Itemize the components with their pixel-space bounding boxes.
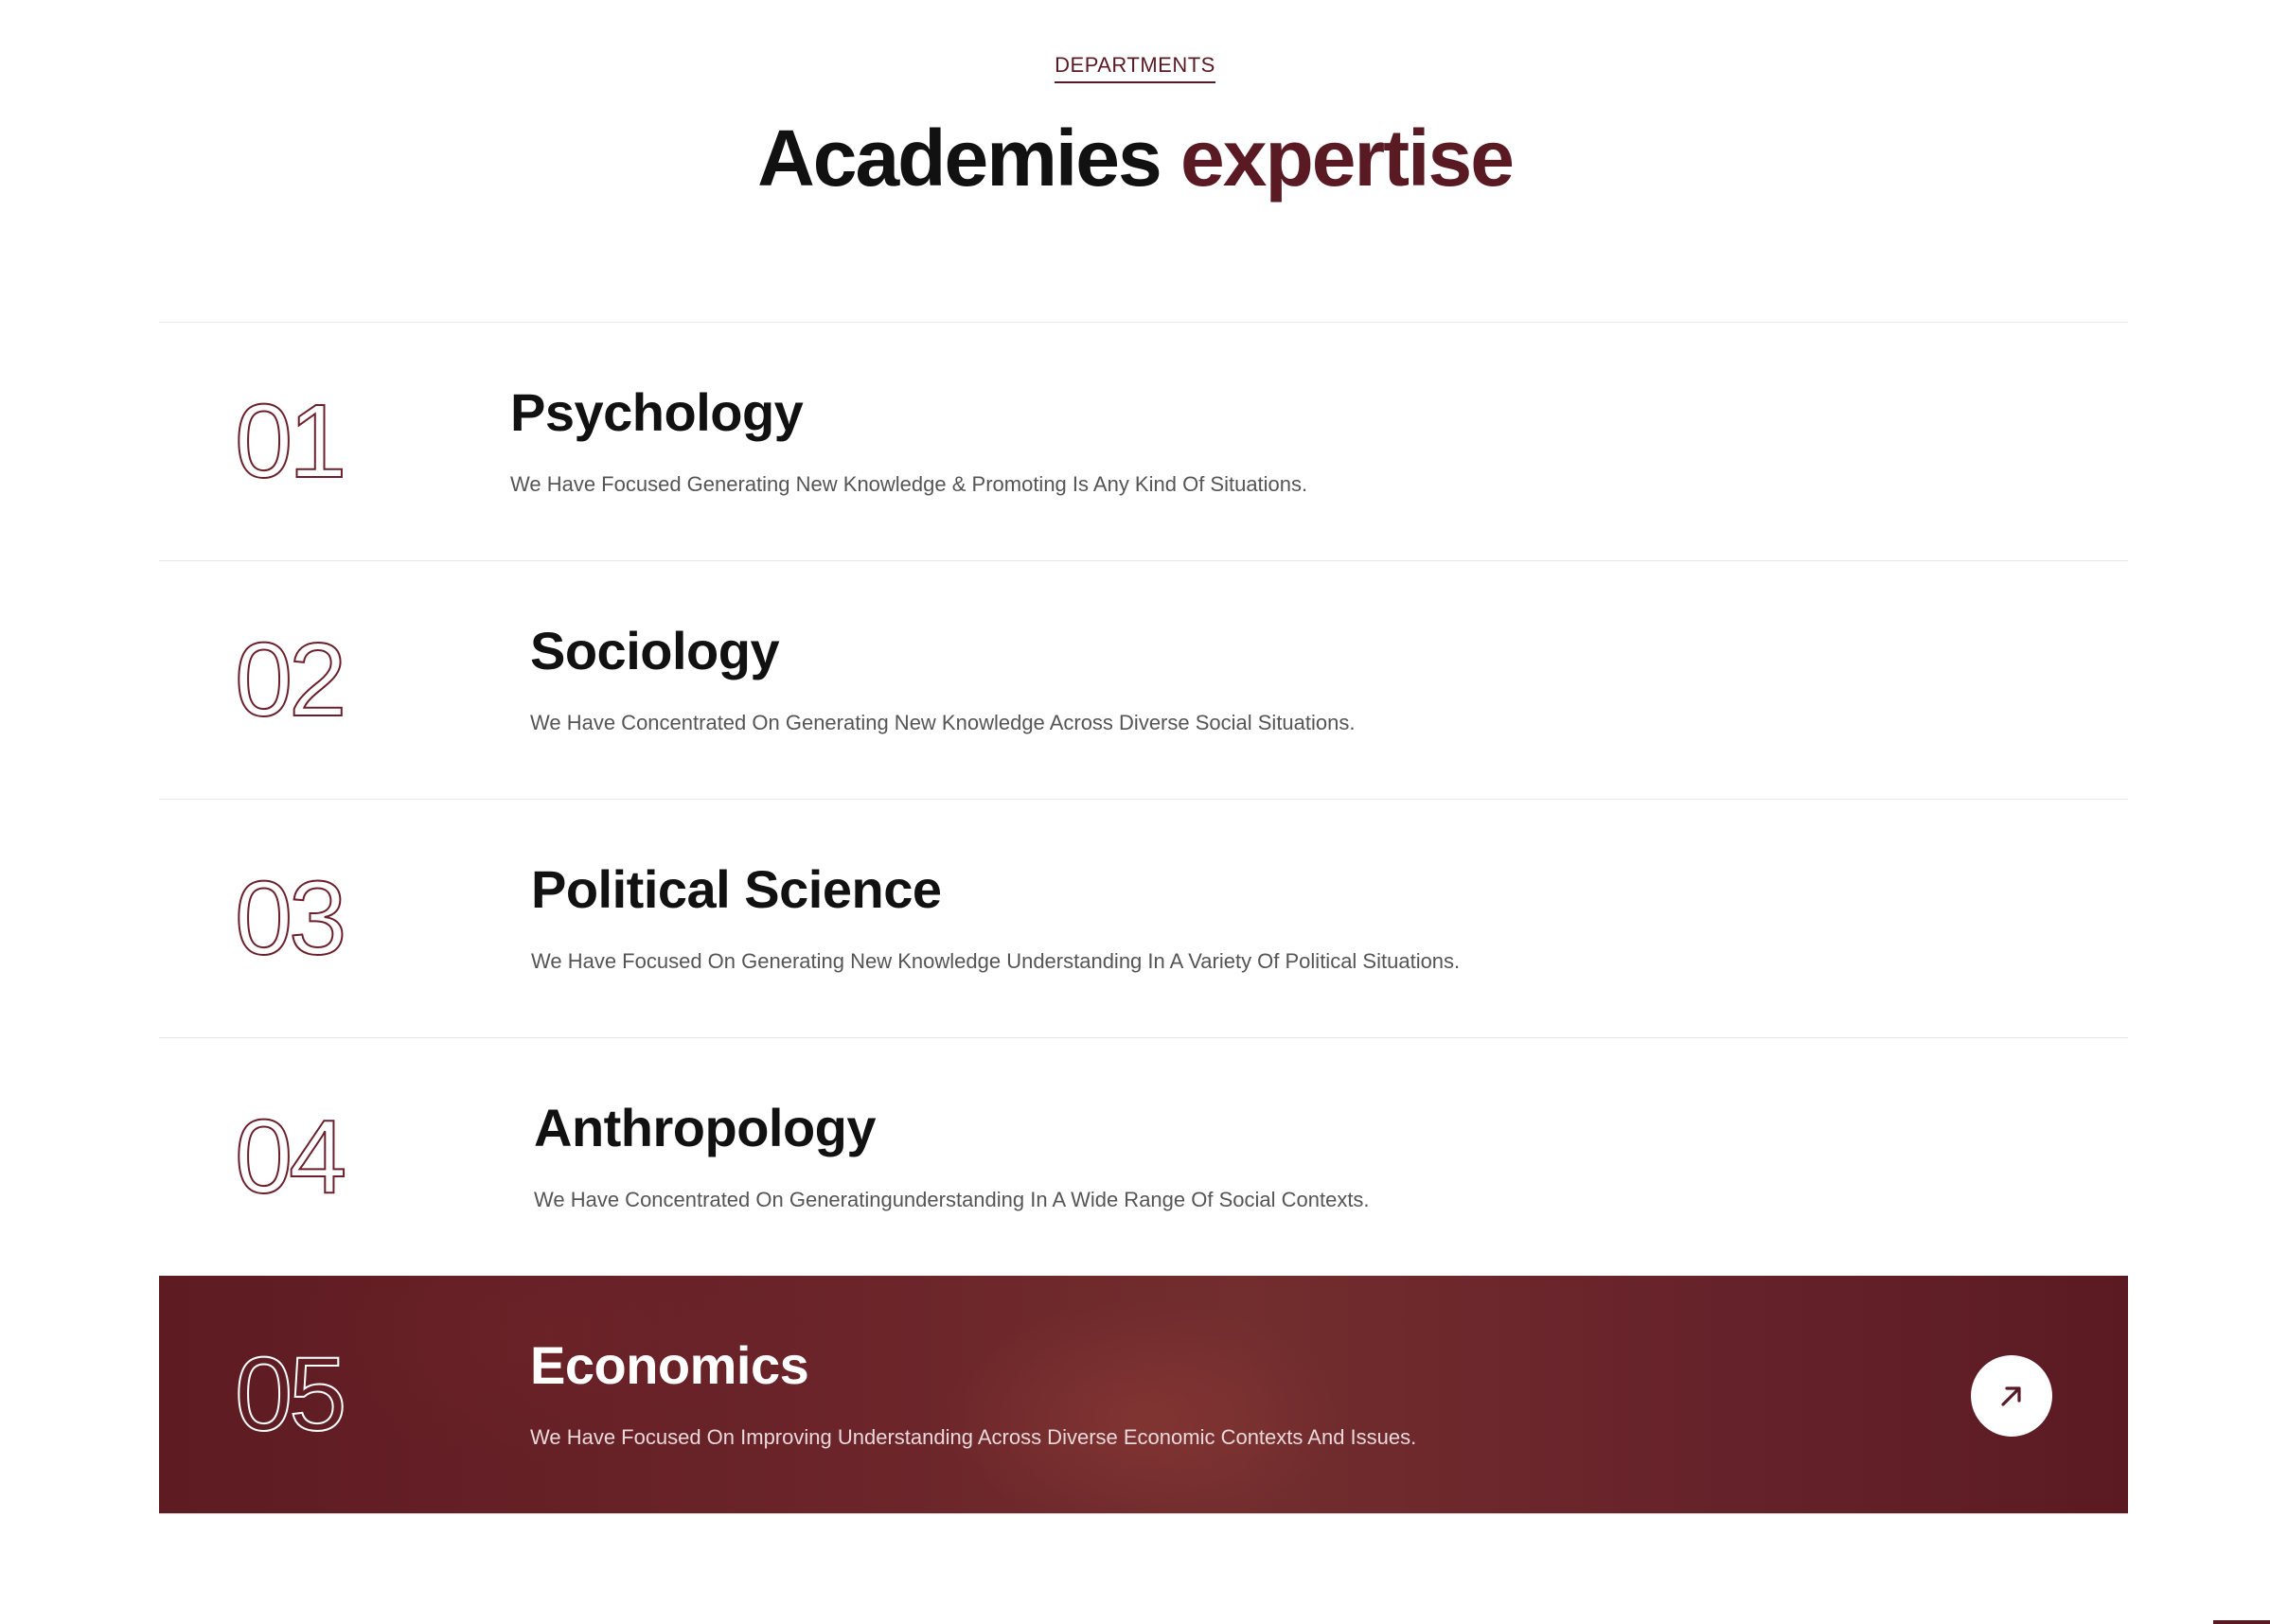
department-row-anthropology[interactable]: 04 Anthropology We Have Concentrated On … — [159, 1037, 2128, 1276]
department-content: Sociology We Have Concentrated On Genera… — [530, 620, 1355, 737]
heading-accent: expertise — [1180, 114, 1515, 203]
department-row-economics[interactable]: 05 Economics We Have Focused On Improvin… — [159, 1276, 2128, 1514]
department-row-political-science[interactable]: 03 Political Science We Have Focused On … — [159, 799, 2128, 1037]
department-title: Psychology — [510, 382, 804, 442]
department-title: Sociology — [530, 621, 780, 680]
department-number: 03 — [234, 860, 347, 977]
heading-main: Academies — [757, 114, 1162, 203]
department-number: 05 — [234, 1336, 347, 1453]
department-description: We Have Concentrated On Generating New K… — [530, 711, 1356, 734]
department-row-psychology[interactable]: 01 Psychology We Have Focused Generating… — [159, 322, 2128, 560]
department-description: We Have Concentrated On Generatingunders… — [534, 1188, 1370, 1211]
department-number: 01 — [234, 383, 347, 500]
department-description: We Have Focused On Improving Understandi… — [530, 1425, 1417, 1449]
department-title: Anthropology — [534, 1098, 877, 1157]
department-number: 02 — [234, 622, 347, 738]
departments-list: 01 Psychology We Have Focused Generating… — [159, 322, 2128, 1514]
department-row-sociology[interactable]: 02 Sociology We Have Concentrated On Gen… — [159, 560, 2128, 799]
section-heading: Academies expertise — [0, 106, 2270, 210]
open-department-button[interactable] — [1971, 1355, 2052, 1437]
department-title: Political Science — [531, 859, 942, 919]
section-eyebrow: DEPARTMENTS — [0, 53, 2270, 83]
corner-decoration — [2213, 1620, 2270, 1624]
department-number: 04 — [234, 1099, 347, 1215]
department-description: We Have Focused Generating New Knowledge… — [510, 472, 1308, 496]
arrow-up-right-icon — [2001, 1386, 2021, 1406]
department-title: Economics — [530, 1335, 809, 1395]
department-content: Economics We Have Focused On Improving U… — [530, 1334, 1416, 1452]
department-content: Anthropology We Have Concentrated On Gen… — [534, 1097, 1370, 1214]
department-description: We Have Focused On Generating New Knowle… — [531, 949, 1461, 973]
department-content: Psychology We Have Focused Generating Ne… — [510, 381, 1307, 499]
department-content: Political Science We Have Focused On Gen… — [531, 858, 1460, 976]
departments-label: DEPARTMENTS — [1055, 53, 1215, 83]
